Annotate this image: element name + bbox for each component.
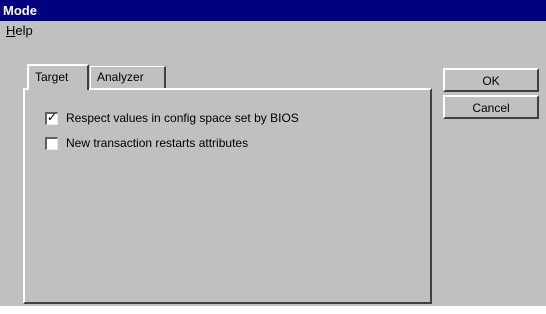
menu-help[interactable]: Help xyxy=(4,21,35,41)
tab-panel-target: ✓ Respect values in config space set by … xyxy=(23,88,432,304)
option-new-transaction-restarts[interactable]: New transaction restarts attributes xyxy=(45,135,248,151)
checkmark-icon: ✓ xyxy=(47,109,58,124)
tab-target-label: Target xyxy=(35,70,69,84)
tab-target[interactable]: Target xyxy=(27,64,89,90)
respect-bios-values-checkbox[interactable]: ✓ xyxy=(45,109,58,125)
option-respect-bios-values[interactable]: ✓ Respect values in config space set by … xyxy=(45,110,299,126)
menu-bar: Help xyxy=(0,21,546,41)
window-title: Mode xyxy=(3,3,37,18)
ok-button[interactable]: OK xyxy=(443,68,539,92)
menu-help-label: elp xyxy=(15,23,33,38)
tab-analyzer-label: Analyzer xyxy=(97,70,144,84)
mode-dialog: Mode Help Target Analyzer ✓ Respect valu… xyxy=(0,0,546,306)
title-bar: Mode xyxy=(0,0,546,21)
menu-help-mnemonic: H xyxy=(6,23,16,38)
new-transaction-restarts-label: New transaction restarts attributes xyxy=(66,136,249,150)
new-transaction-restarts-checkbox[interactable] xyxy=(45,136,58,150)
cancel-button[interactable]: Cancel xyxy=(443,95,539,119)
tab-analyzer[interactable]: Analyzer xyxy=(90,66,166,88)
respect-bios-values-label: Respect values in config space set by BI… xyxy=(66,111,299,125)
